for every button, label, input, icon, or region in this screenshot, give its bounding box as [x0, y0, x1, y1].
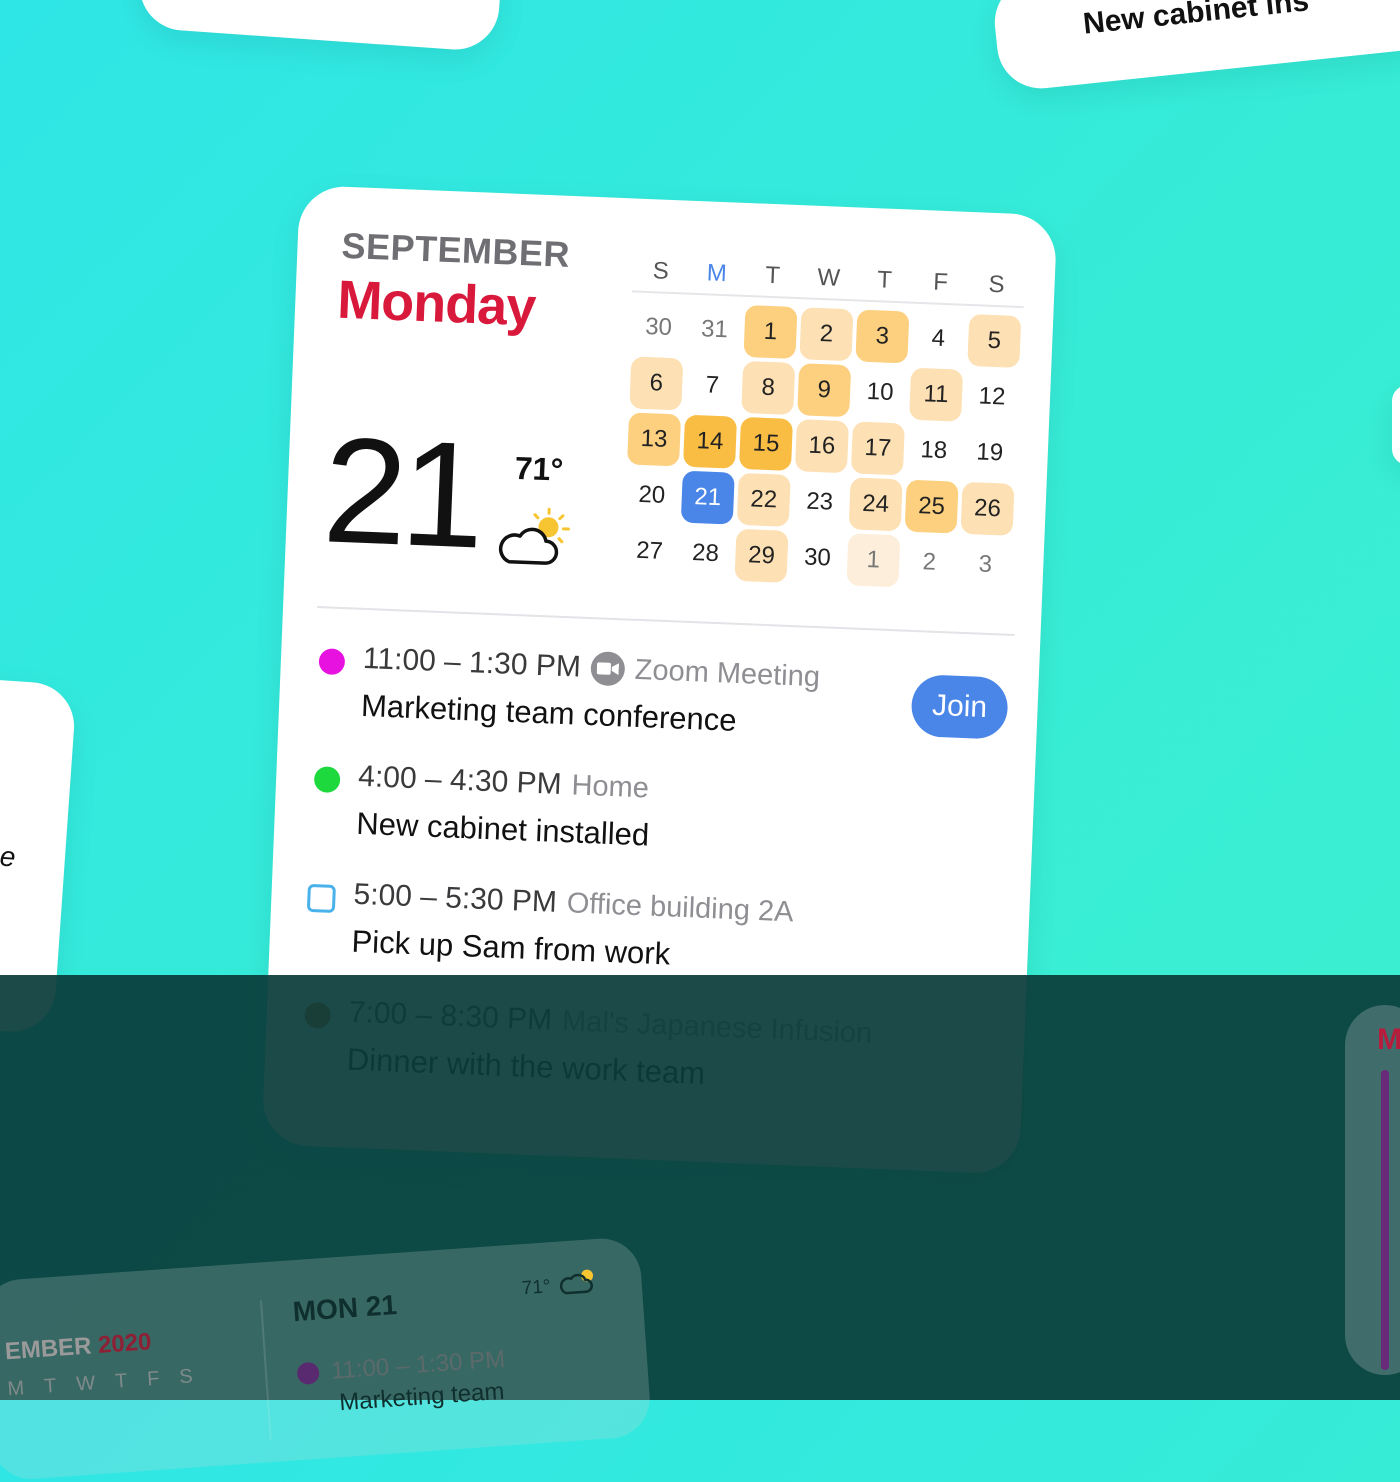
calendar-day[interactable]: 5	[965, 312, 1023, 370]
calendar-day[interactable]: 31	[685, 301, 743, 359]
calendar-day[interactable]: 24	[847, 475, 905, 533]
calendar-day[interactable]: 7	[683, 357, 741, 415]
weekday-header: S	[968, 264, 1026, 306]
calendar-day[interactable]: 18	[905, 422, 963, 480]
date-heading: MON 21	[292, 1289, 398, 1328]
event-title: New cabinet installed	[356, 806, 650, 854]
background-widget-fragment: M	[1377, 1023, 1400, 1057]
temperature: 71°	[514, 450, 564, 489]
calendar-day[interactable]: 28	[676, 524, 734, 582]
event-location: Zoom Meeting	[634, 653, 821, 693]
calendar-day[interactable]: 19	[961, 424, 1019, 482]
calendar-day[interactable]: 4	[909, 310, 967, 368]
calendar-day-today[interactable]: 21	[679, 469, 737, 527]
weekday-header: W	[800, 257, 858, 299]
weekday-header: S	[179, 1365, 194, 1389]
background-widget-top-left	[137, 0, 503, 52]
calendar-day[interactable]: 29	[732, 527, 790, 585]
calendar-day[interactable]: 25	[903, 478, 961, 536]
month-calendar: SMTWTFS 30311234567891011121314151617181…	[620, 250, 1025, 593]
partly-cloudy-icon	[495, 503, 578, 572]
event-title: Marketing team conference	[360, 688, 737, 739]
month-text: EMBER	[4, 1332, 92, 1365]
weekday-header: M	[7, 1377, 25, 1401]
calendar-day[interactable]: 17	[849, 419, 907, 477]
background-widget-text: New cabinet ins	[1082, 0, 1311, 42]
calendar-day[interactable]: 26	[958, 480, 1016, 538]
weekday-header: S	[632, 250, 690, 292]
weekday-header: T	[856, 259, 914, 301]
calendar-day[interactable]: 11	[907, 366, 965, 424]
calendar-day[interactable]: 30	[629, 298, 687, 356]
month-label: EMBER 2020	[4, 1328, 152, 1366]
calendar-day[interactable]: 3	[853, 307, 911, 365]
calendar-day[interactable]: 16	[793, 417, 851, 475]
weekday-header: M	[688, 253, 746, 295]
weekday-label: Monday	[336, 269, 536, 339]
weekday-header-row: MTWTFS	[7, 1365, 194, 1401]
event-color-dot	[314, 766, 341, 793]
weekday-header: W	[76, 1372, 96, 1396]
event-color-bar	[1381, 1070, 1389, 1370]
event-location: Office building 2A	[566, 887, 794, 929]
calendar-day[interactable]: 14	[681, 413, 739, 471]
reminder-checkbox[interactable]	[307, 884, 336, 913]
background-widget-fragment: e	[0, 841, 17, 874]
event-time: 5:00 – 5:30 PM	[353, 878, 558, 920]
calendar-day[interactable]: 27	[620, 522, 678, 580]
partly-cloudy-icon	[558, 1265, 600, 1298]
calendar-day[interactable]: 30	[788, 529, 846, 587]
calendar-day[interactable]: 10	[851, 363, 909, 421]
event-dot	[296, 1362, 319, 1385]
calendar-day[interactable]: 3	[956, 536, 1014, 594]
calendar-day[interactable]: 23	[791, 473, 849, 531]
calendar-day[interactable]: 22	[735, 471, 793, 529]
calendar-day[interactable]: 2	[797, 305, 855, 363]
video-camera-icon	[590, 651, 625, 686]
event-location: Home	[571, 769, 650, 805]
temperature: 71°	[521, 1276, 551, 1300]
event-color-dot	[318, 648, 345, 675]
weekday-header: T	[114, 1370, 128, 1394]
calendar-day[interactable]: 20	[623, 466, 681, 524]
calendar-day[interactable]: 6	[627, 354, 685, 412]
background-widget-right	[1392, 385, 1400, 465]
weekday-header: F	[146, 1368, 160, 1392]
year-text: 2020	[97, 1328, 152, 1359]
calendar-day[interactable]: 13	[625, 410, 683, 468]
calendar-day[interactable]: 15	[737, 415, 795, 473]
calendar-day[interactable]: 8	[739, 359, 797, 417]
event-title: Pick up Sam from work	[351, 924, 671, 973]
background-widget-bottom: EMBER 2020 MTWTFS MON 21 71° 11:00 – 1:3…	[0, 1236, 652, 1482]
join-button[interactable]: Join	[910, 674, 1008, 740]
weekday-header-row: SMTWTFS	[632, 250, 1025, 308]
calendar-day[interactable]: 12	[963, 368, 1021, 426]
day-number: 21	[321, 414, 482, 570]
background-widget-top-right: New cabinet ins	[990, 0, 1400, 93]
month-label: SEPTEMBER	[341, 225, 571, 276]
calendar-day[interactable]: 1	[844, 531, 902, 589]
weekday-header: F	[912, 262, 970, 304]
calendar-day[interactable]: 1	[741, 303, 799, 361]
background-widget-bottom-right: M	[1345, 1005, 1400, 1375]
weekday-header: T	[43, 1375, 57, 1399]
calendar-day[interactable]: 9	[795, 361, 853, 419]
event-time: 4:00 – 4:30 PM	[358, 760, 563, 802]
divider	[260, 1300, 272, 1440]
calendar-day[interactable]: 2	[900, 533, 958, 591]
weekday-header: T	[744, 255, 802, 297]
divider	[317, 606, 1015, 636]
event-title: Marketing team	[338, 1378, 505, 1417]
event-time: 11:00 – 1:30 PM	[362, 642, 581, 685]
